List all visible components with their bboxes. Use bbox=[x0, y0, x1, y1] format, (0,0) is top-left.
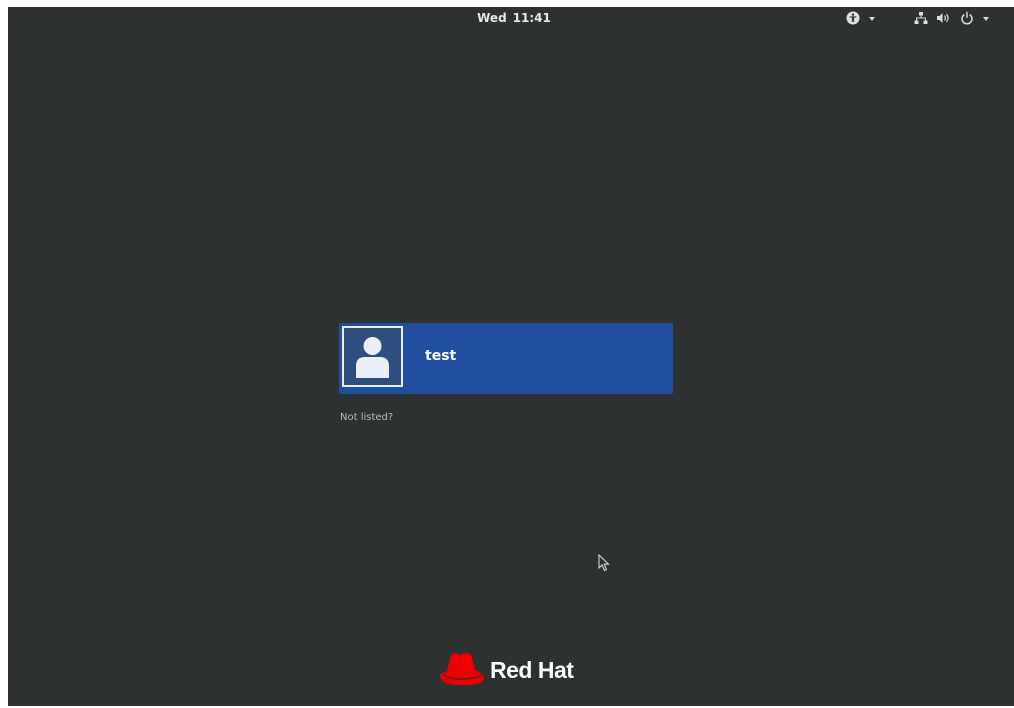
user-list: test bbox=[339, 323, 675, 394]
red-hat-fedora-icon bbox=[438, 648, 486, 692]
logo-text: Red Hat bbox=[490, 656, 574, 683]
network-icon bbox=[914, 10, 928, 29]
chevron-down-icon bbox=[983, 17, 989, 21]
system-menu[interactable] bbox=[914, 10, 989, 29]
user-name: test bbox=[425, 348, 457, 364]
red-hat-logo: Red Hat bbox=[438, 648, 574, 692]
accessibility-icon bbox=[846, 10, 860, 29]
accessibility-menu[interactable] bbox=[846, 10, 875, 29]
clock-time: 11:41 bbox=[512, 11, 551, 25]
chevron-down-icon bbox=[869, 17, 875, 21]
clock-day: Wed bbox=[477, 11, 507, 25]
mouse-pointer-icon bbox=[598, 553, 610, 576]
not-listed-link[interactable]: Not listed? bbox=[340, 412, 393, 423]
user-avatar-icon bbox=[342, 326, 403, 387]
power-icon bbox=[960, 10, 974, 29]
top-bar: Wed 11:41 bbox=[8, 7, 1014, 33]
user-item-test[interactable]: test bbox=[339, 323, 673, 394]
volume-icon bbox=[936, 10, 950, 29]
login-screen: Wed 11:41 test Not listed? Red Hat bbox=[8, 7, 1014, 706]
